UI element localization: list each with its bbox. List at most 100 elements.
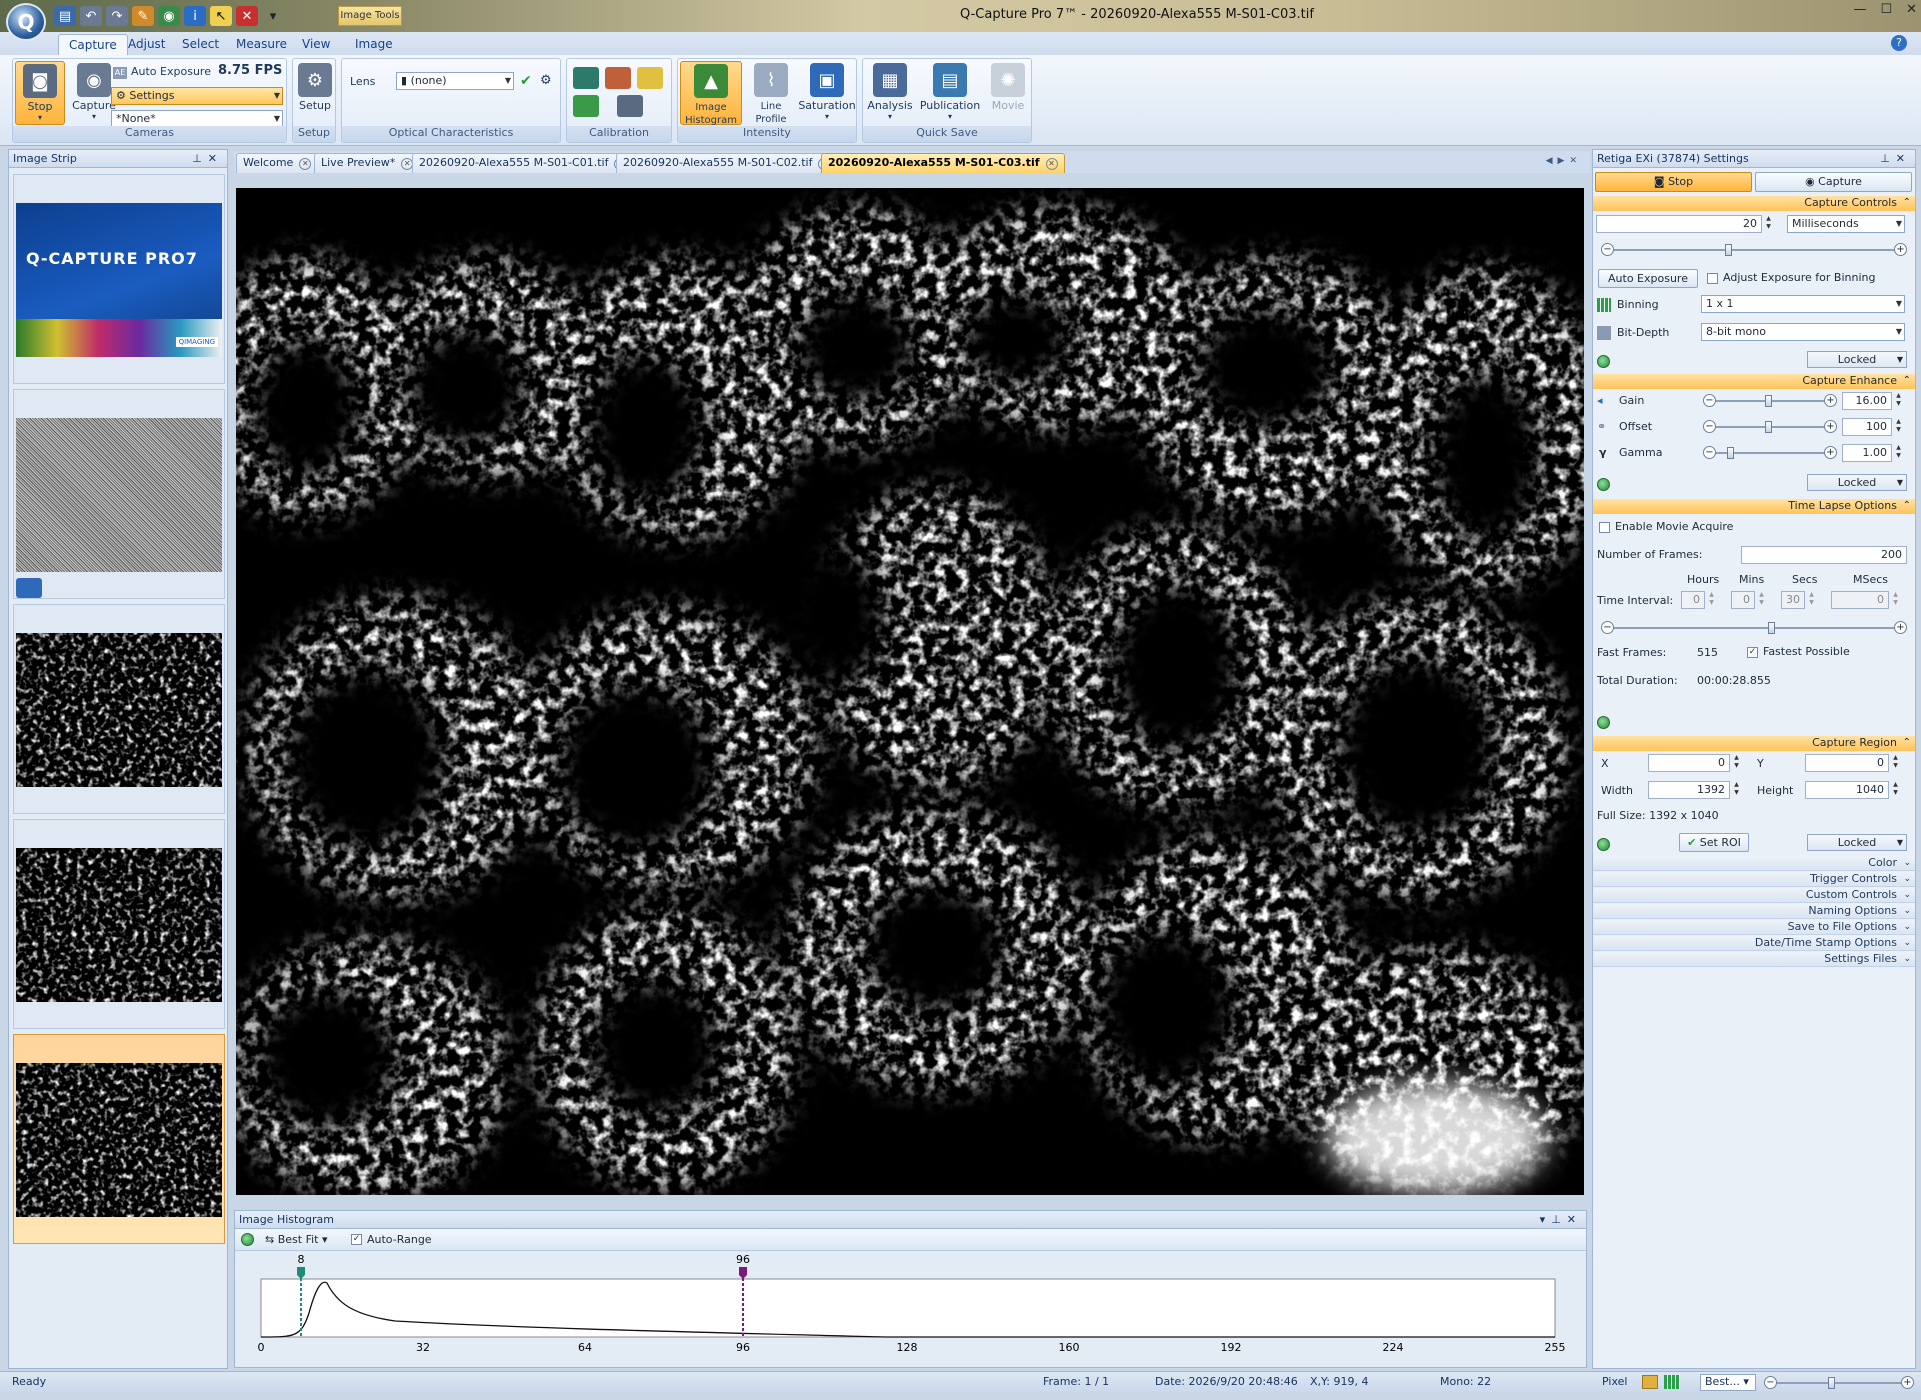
exposure-unit-dropdown[interactable]: Milliseconds ▼ xyxy=(1787,215,1905,233)
gain-slider[interactable]: − + xyxy=(1703,394,1837,408)
section-settings-files[interactable]: Settings Files ⌄ xyxy=(1593,952,1915,967)
pointer-icon[interactable]: ↖ xyxy=(210,6,232,26)
image-histogram-button[interactable]: ▲ Image Histogram xyxy=(680,61,742,126)
tab-adjust[interactable]: Adjust xyxy=(118,34,176,55)
doc-tab-live-preview[interactable]: Live Preview* ✕ xyxy=(314,153,421,173)
redo-icon[interactable]: ↷ xyxy=(106,6,128,26)
undo-icon[interactable]: ↶ xyxy=(80,6,102,26)
help-icon[interactable]: ? xyxy=(1891,35,1907,51)
gamma-slider[interactable]: − + xyxy=(1703,446,1837,460)
auto-range-checkbox[interactable]: ✓ xyxy=(351,1234,362,1245)
offset-input[interactable]: 100 xyxy=(1842,418,1892,436)
pin-icon[interactable]: ⊥ xyxy=(192,152,208,165)
time-lapse-header[interactable]: Time Lapse Options ⌃ xyxy=(1593,499,1915,514)
tab-measure[interactable]: Measure xyxy=(226,34,297,55)
capture-enhance-lock-dropdown[interactable]: Locked ▼ xyxy=(1807,474,1907,491)
image-canvas[interactable] xyxy=(236,188,1584,1195)
settings-dropdown[interactable]: ⚙ Settings ▼ xyxy=(111,87,283,105)
capture-region-header[interactable]: Capture Region ⌃ xyxy=(1593,736,1915,751)
height-input[interactable]: 1040 xyxy=(1805,781,1889,799)
stop-button[interactable]: ◙ Stop ▾ xyxy=(15,61,65,125)
offset-slider[interactable]: − + xyxy=(1703,420,1837,434)
gain-input[interactable]: 16.00 xyxy=(1842,392,1892,410)
section-custom-controls[interactable]: Custom Controls ⌄ xyxy=(1593,888,1915,903)
offset-spinner[interactable]: ▲ ▼ xyxy=(1893,418,1904,436)
frames-input[interactable]: 200 xyxy=(1741,546,1907,564)
tab-scroll-icons[interactable]: ◀▶✕ xyxy=(1546,156,1582,166)
doc-tab-c01[interactable]: 20260920-Alexa555 M-S01-C01.tif✕ xyxy=(412,153,634,173)
gamma-spinner[interactable]: ▲ ▼ xyxy=(1893,444,1904,462)
apply-lens-icon[interactable]: ✔ xyxy=(520,73,532,89)
doc-tab-c02[interactable]: 20260920-Alexa555 M-S01-C02.tif✕ xyxy=(616,153,838,173)
strip-thumb-live-preview[interactable] xyxy=(13,389,225,599)
secs-input[interactable]: 30 xyxy=(1781,591,1805,609)
tab-image[interactable]: Image xyxy=(345,34,403,55)
close-icon[interactable]: ✕ xyxy=(1896,152,1911,165)
interval-slider[interactable]: − + xyxy=(1601,621,1907,635)
image-tools-context-tab[interactable]: Image Tools xyxy=(338,6,402,26)
exposure-spinner[interactable]: ▲ ▼ xyxy=(1763,215,1774,233)
panel-capture-button[interactable]: ◉ Capture xyxy=(1755,172,1912,192)
analysis-button[interactable]: ▦ Analysis ▾ xyxy=(865,61,915,125)
strip-thumb-c02[interactable] xyxy=(13,819,225,1029)
msecs-input[interactable]: 0 xyxy=(1831,591,1889,609)
maximize-icon[interactable]: ☐ xyxy=(1880,2,1892,17)
hours-spinner[interactable]: ▲ ▼ xyxy=(1706,591,1717,609)
strip-thumb-c01[interactable] xyxy=(13,604,225,814)
y-input[interactable]: 0 xyxy=(1805,754,1889,772)
strip-thumb-welcome[interactable]: Q-CAPTURE PRO7 QIMAGING xyxy=(13,174,225,384)
capture-region-lock-dropdown[interactable]: Locked ▼ xyxy=(1807,834,1907,851)
gain-spinner[interactable]: ▲ ▼ xyxy=(1893,392,1904,410)
height-spinner[interactable]: ▲ ▼ xyxy=(1890,781,1901,799)
bitdepth-dropdown[interactable]: 8-bit mono ▼ xyxy=(1701,323,1905,341)
section-naming-options[interactable]: Naming Options ⌄ xyxy=(1593,904,1915,919)
minimize-icon[interactable]: — xyxy=(1853,2,1866,17)
capture-controls-lock-dropdown[interactable]: Locked ▼ xyxy=(1807,351,1907,368)
time-stamp-icon[interactable] xyxy=(637,67,663,89)
hours-input[interactable]: 0 xyxy=(1681,591,1705,609)
section-color[interactable]: Color ⌄ xyxy=(1593,856,1915,871)
high-marker-handle[interactable] xyxy=(739,1267,747,1279)
low-marker-handle[interactable] xyxy=(297,1267,305,1279)
secs-spinner[interactable]: ▲ ▼ xyxy=(1806,591,1817,609)
info-icon[interactable]: i xyxy=(184,6,206,26)
close-image-icon[interactable]: ✕ xyxy=(236,6,258,26)
tab-view[interactable]: View xyxy=(292,34,340,55)
zoom-mode-dropdown[interactable]: Best... ▾ xyxy=(1700,1374,1756,1391)
lens-settings-icon[interactable]: ⚙ xyxy=(540,73,552,88)
capture-enhance-header[interactable]: Capture Enhance ⌃ xyxy=(1593,374,1915,389)
image-view-icon[interactable] xyxy=(1642,1375,1658,1389)
refresh-calibration-icon[interactable] xyxy=(573,95,599,117)
refresh-enhance-icon[interactable] xyxy=(1597,478,1610,491)
camera-icon[interactable]: ◉ xyxy=(158,6,180,26)
tab-select[interactable]: Select xyxy=(172,34,229,55)
set-roi-button[interactable]: ✔ Set ROI xyxy=(1679,833,1749,852)
close-tab-icon[interactable]: ✕ xyxy=(1045,158,1058,170)
doc-tab-c03[interactable]: 20260920-Alexa555 M-S01-C03.tif ✕ xyxy=(821,153,1065,173)
grid-view-icon[interactable] xyxy=(1664,1375,1680,1389)
pin-icon[interactable]: ⊥ xyxy=(1880,152,1896,165)
lens-dropdown[interactable]: ▮ (none) ▼ xyxy=(396,72,514,90)
refresh-controls-icon[interactable] xyxy=(1597,355,1610,368)
enable-movie-checkbox[interactable] xyxy=(1599,522,1610,533)
window-list-icon[interactable]: ▤ xyxy=(54,6,76,26)
refresh-region-icon[interactable] xyxy=(1597,838,1610,851)
exposure-slider[interactable]: − + xyxy=(1601,243,1907,257)
mins-input[interactable]: 0 xyxy=(1731,591,1755,609)
exposure-input[interactable]: 20 xyxy=(1596,215,1762,233)
line-profile-button[interactable]: ⌇ Line Profile xyxy=(746,61,796,125)
calibration-camera-icon[interactable] xyxy=(617,95,643,117)
tag-icon[interactable]: ✎ xyxy=(132,6,154,26)
section-trigger-controls[interactable]: Trigger Controls ⌄ xyxy=(1593,872,1915,887)
pin-icon[interactable]: ⊥ xyxy=(1551,1213,1567,1226)
width-spinner[interactable]: ▲ ▼ xyxy=(1731,781,1742,799)
app-logo-button[interactable]: Q xyxy=(6,3,46,41)
mins-spinner[interactable]: ▲ ▼ xyxy=(1756,591,1767,609)
movie-button[interactable]: ✺ Movie xyxy=(983,61,1033,125)
refresh-histogram-icon[interactable] xyxy=(241,1233,254,1246)
close-icon[interactable]: ✕ xyxy=(1567,1213,1582,1226)
auto-exposure-button[interactable]: Auto Exposure xyxy=(1598,269,1698,288)
binning-dropdown[interactable]: 1 x 1 ▼ xyxy=(1701,295,1905,313)
setup-button[interactable]: ⚙ Setup xyxy=(290,61,340,125)
panel-stop-button[interactable]: ◙ Stop xyxy=(1595,172,1752,192)
